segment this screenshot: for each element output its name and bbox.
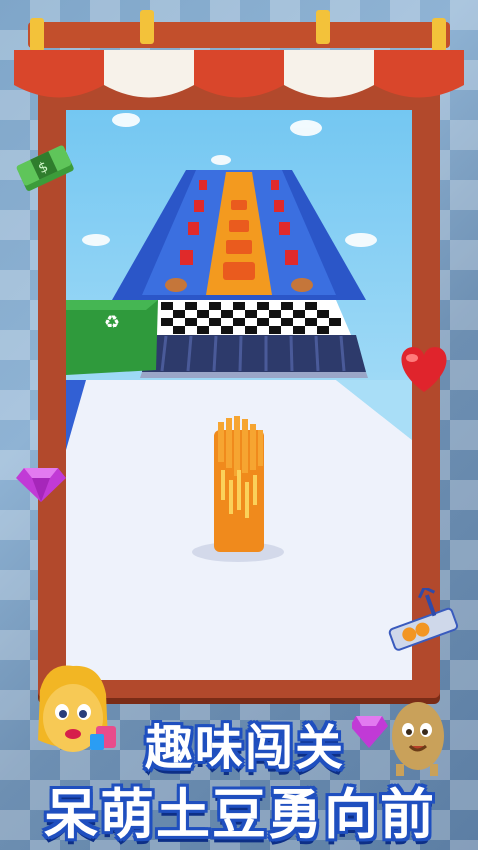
striped-awning <box>14 50 464 98</box>
purple-gem-icon <box>16 468 66 502</box>
ramp <box>142 335 366 372</box>
runner-track-scene: ♻ <box>66 113 412 680</box>
cash-stack-icon: $ <box>16 145 74 191</box>
awning-post <box>316 10 330 44</box>
red-heart-icon <box>401 347 447 392</box>
promo-title-line1: 趣味闯关 <box>144 720 345 776</box>
recycle-icon: ♻ <box>104 312 120 333</box>
ramp-edge <box>140 372 368 378</box>
awning-post <box>140 10 154 44</box>
claw-machine-icon <box>388 588 459 651</box>
game-viewport[interactable]: ♻ <box>66 110 412 680</box>
promo-title-line2: 呆萌土豆勇向前 <box>44 783 436 846</box>
